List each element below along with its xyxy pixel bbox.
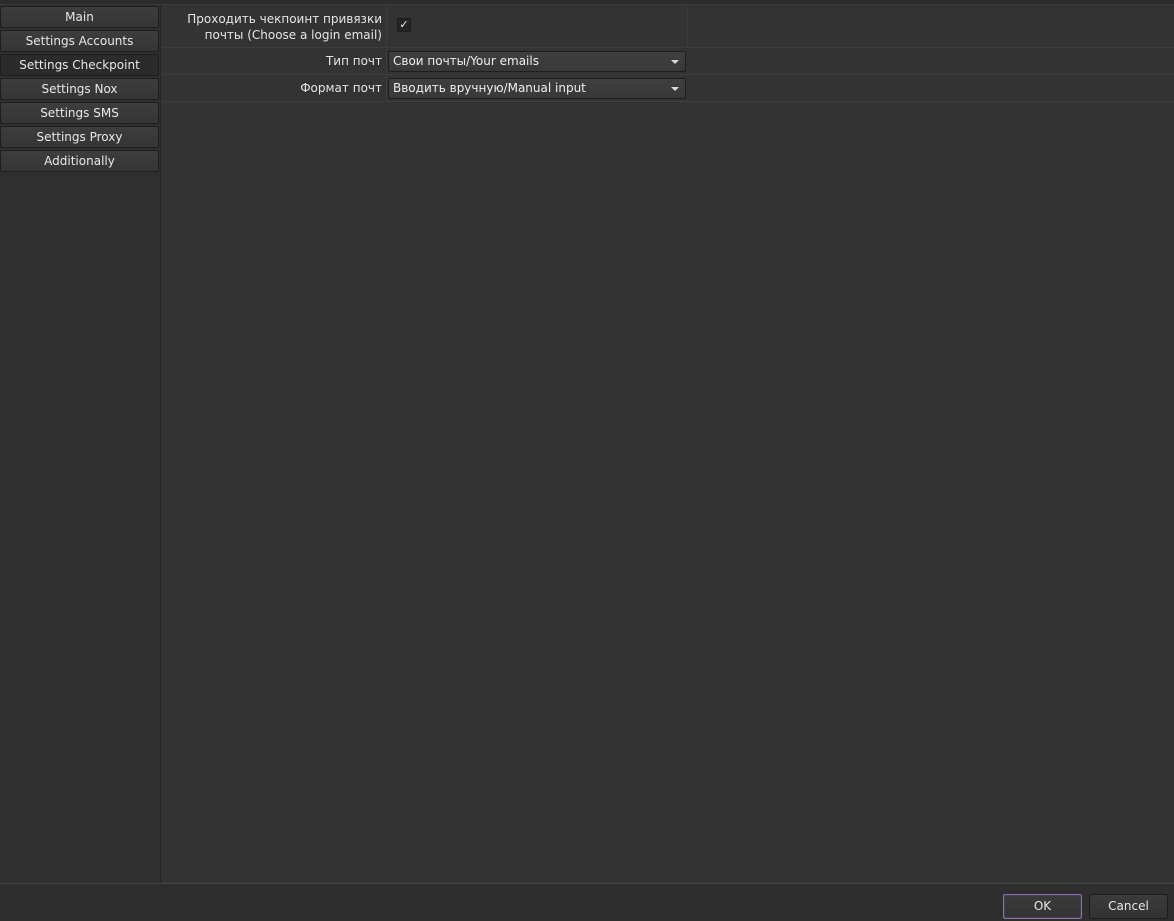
checkpoint-row: Проходить чекпоинт привязки почты (Choos… xyxy=(161,5,1174,48)
column-divider xyxy=(386,75,387,102)
dialog-button-bar: OK Cancel xyxy=(0,883,1174,921)
chevron-down-icon xyxy=(671,60,679,64)
sidebar-item-additionally[interactable]: Additionally xyxy=(0,150,159,172)
sidebar-item-settings-nox[interactable]: Settings Nox xyxy=(0,78,159,100)
checkpoint-label-line1: Проходить чекпоинт привязки xyxy=(187,12,382,26)
sidebar-item-settings-accounts[interactable]: Settings Accounts xyxy=(0,30,159,52)
checkpoint-label: Проходить чекпоинт привязки почты (Choos… xyxy=(187,11,382,43)
column-divider xyxy=(687,5,688,48)
mail-type-value: Свои почты/Your emails xyxy=(393,54,539,68)
checkpoint-checkbox[interactable]: ✓ xyxy=(397,18,411,32)
chevron-down-icon xyxy=(671,87,679,91)
sidebar-item-settings-proxy[interactable]: Settings Proxy xyxy=(0,126,159,148)
sidebar-item-settings-sms[interactable]: Settings SMS xyxy=(0,102,159,124)
cancel-button[interactable]: Cancel xyxy=(1089,894,1168,919)
checkpoint-label-line2: почты (Choose a login email) xyxy=(204,28,382,42)
column-divider xyxy=(386,48,387,75)
mail-format-select[interactable]: Вводить вручную/Manual input xyxy=(388,78,686,99)
column-divider xyxy=(386,5,387,48)
mail-type-row: Тип почт Свои почты/Your emails xyxy=(161,48,1174,75)
mail-type-select[interactable]: Свои почты/Your emails xyxy=(388,51,686,72)
sidebar-item-settings-checkpoint[interactable]: Settings Checkpoint xyxy=(0,54,159,76)
ok-button[interactable]: OK xyxy=(1003,894,1082,919)
mail-format-label: Формат почт xyxy=(300,81,382,95)
mail-format-value: Вводить вручную/Manual input xyxy=(393,81,586,95)
mail-format-row: Формат почт Вводить вручную/Manual input xyxy=(161,75,1174,102)
sidebar-item-main[interactable]: Main xyxy=(0,6,159,28)
checkmark-icon: ✓ xyxy=(399,18,409,31)
settings-window: Main Settings Accounts Settings Checkpoi… xyxy=(0,0,1174,921)
sidebar: Main Settings Accounts Settings Checkpoi… xyxy=(0,5,161,883)
mail-type-label: Тип почт xyxy=(325,54,382,68)
settings-panel: Проходить чекпоинт привязки почты (Choos… xyxy=(161,5,1174,883)
